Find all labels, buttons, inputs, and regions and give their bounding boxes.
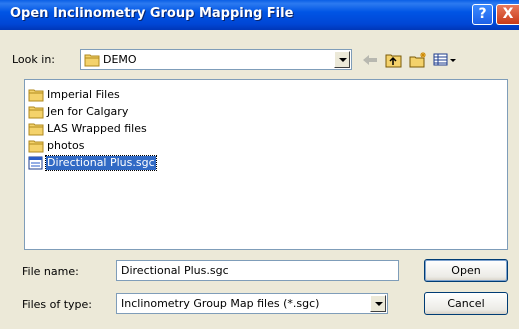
folder-icon xyxy=(28,123,44,136)
new-folder-icon[interactable] xyxy=(408,51,428,69)
folder-icon xyxy=(28,140,44,153)
files-of-type-dropdown[interactable]: Inclinometry Group Map files (*.sgc) xyxy=(116,293,388,314)
chevron-down-icon[interactable] xyxy=(370,295,386,312)
window-title: Open Inclinometry Group Mapping File xyxy=(10,6,294,21)
back-arrow-icon[interactable] xyxy=(360,51,380,69)
list-item-label: Jen for Calgary xyxy=(47,105,129,118)
look-in-value: DEMO xyxy=(103,53,137,66)
help-button[interactable]: ? xyxy=(472,4,493,25)
file-name-input[interactable]: Directional Plus.sgc xyxy=(116,260,399,281)
list-item-label: photos xyxy=(47,139,85,152)
chevron-down-icon[interactable] xyxy=(334,51,350,68)
title-bar[interactable]: Open Inclinometry Group Mapping File ? X xyxy=(0,0,519,30)
open-button[interactable]: Open xyxy=(424,259,508,282)
list-item-label: Directional Plus.sgc xyxy=(45,155,157,171)
cancel-button[interactable]: Cancel xyxy=(424,292,508,315)
file-list[interactable]: Imperial Files Jen for Calgary LAS Wrapp… xyxy=(24,79,508,250)
folder-icon xyxy=(28,106,44,119)
view-menu-icon[interactable] xyxy=(432,51,458,69)
look-in-label: Look in: xyxy=(12,53,55,66)
files-of-type-value: Inclinometry Group Map files (*.sgc) xyxy=(121,297,320,310)
files-of-type-label: Files of type: xyxy=(22,298,93,311)
folder-icon xyxy=(84,54,100,67)
list-item-label: Imperial Files xyxy=(47,88,120,101)
list-item-label: LAS Wrapped files xyxy=(47,122,147,135)
file-name-label: File name: xyxy=(22,265,79,278)
folder-icon xyxy=(28,89,44,102)
up-folder-icon[interactable] xyxy=(384,51,404,69)
look-in-dropdown[interactable]: DEMO xyxy=(80,49,352,70)
sgc-file-icon xyxy=(28,156,43,170)
close-button[interactable]: X xyxy=(496,4,519,25)
